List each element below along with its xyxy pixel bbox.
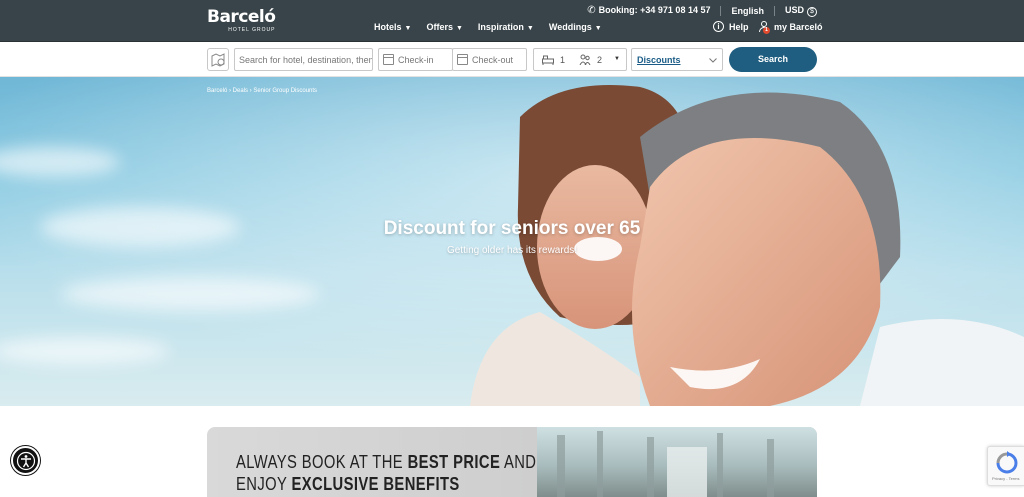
promo-text: ALWAYS BOOK AT THE BEST PRICE AND ENJOY … bbox=[236, 451, 536, 495]
search-button[interactable]: Search bbox=[729, 47, 817, 72]
chevron-down-icon bbox=[709, 58, 717, 63]
main-nav: Hotels ▼ Offers ▼ Inspiration ▼ Weddings ▼ bbox=[374, 22, 602, 32]
promo-line-1-b: BEST PRICE bbox=[407, 452, 501, 472]
booking-phone[interactable]: ✆ Booking: +34 971 08 14 57 bbox=[587, 5, 710, 16]
hotel-photo bbox=[537, 427, 817, 497]
guests-icon bbox=[579, 54, 591, 65]
palm-trees-image bbox=[557, 431, 774, 497]
recaptcha-icon bbox=[996, 451, 1018, 474]
promo-line-1-a: ALWAYS BOOK AT THE bbox=[236, 452, 408, 472]
user-icon: 1 bbox=[758, 21, 770, 34]
map-pin-icon bbox=[211, 52, 225, 67]
destination-input[interactable] bbox=[239, 54, 372, 65]
promo-line-1-c: AND bbox=[500, 452, 537, 472]
logo-subtitle: HOTEL GROUP bbox=[228, 27, 276, 33]
discounts-label: Discounts bbox=[637, 54, 681, 65]
recaptcha-links: Privacy - Terms bbox=[992, 476, 1020, 481]
top-utility-bar: ✆ Booking: +34 971 08 14 57 English USD $ bbox=[587, 4, 817, 17]
promo-line-2-b: EXCLUSIVE BENEFITS bbox=[291, 474, 460, 494]
checkout-field[interactable]: Check-out bbox=[452, 48, 527, 71]
bed-icon bbox=[542, 55, 554, 65]
page-subtitle: Getting older has its rewards! bbox=[446, 245, 578, 256]
accessibility-icon bbox=[16, 451, 35, 470]
promo-line-1: ALWAYS BOOK AT THE BEST PRICE AND bbox=[236, 451, 536, 473]
nav-weddings-label: Weddings bbox=[548, 22, 592, 32]
divider bbox=[773, 5, 775, 16]
page-title: Discount for seniors over 65 bbox=[383, 218, 641, 239]
help-link[interactable]: i Help bbox=[713, 21, 749, 32]
nav-weddings[interactable]: Weddings ▼ bbox=[549, 22, 602, 32]
barcelo-logo[interactable]: Barceló HOTEL GROUP bbox=[207, 7, 276, 33]
currency-label: USD bbox=[784, 4, 804, 15]
info-icon: i bbox=[713, 21, 724, 32]
caret-down-icon: ▼ bbox=[404, 25, 412, 32]
checkin-field[interactable]: Check-in bbox=[378, 48, 453, 71]
language-selector[interactable]: English bbox=[731, 6, 764, 16]
calendar-icon bbox=[383, 54, 394, 65]
caret-down-icon: ▼ bbox=[594, 25, 602, 32]
dollar-icon: $ bbox=[807, 6, 817, 17]
booking-search-bar: Check-in Check-out 1 2 ▼ Discounts Searc… bbox=[0, 42, 1024, 77]
nav-offers-label: Offers bbox=[426, 22, 453, 32]
help-label: Help bbox=[729, 21, 749, 32]
discounts-select[interactable]: Discounts bbox=[631, 48, 723, 71]
top-header: Barceló HOTEL GROUP ✆ Booking: +34 971 08… bbox=[0, 0, 1024, 42]
occupancy-selector[interactable]: 1 2 ▼ bbox=[533, 48, 627, 71]
my-barcelo-link[interactable]: 1 my Barceló bbox=[758, 21, 823, 34]
guests-count: 2 bbox=[597, 54, 603, 65]
caret-down-icon: ▼ bbox=[614, 56, 620, 62]
phone-icon: ✆ bbox=[587, 5, 596, 16]
promo-line-2-a: ENJOY bbox=[236, 474, 292, 494]
nav-inspiration[interactable]: Inspiration ▼ bbox=[478, 22, 534, 32]
caret-down-icon: ▼ bbox=[526, 25, 534, 32]
hero-banner: Barceló › Deals › Senior Group Discounts… bbox=[0, 77, 1024, 406]
map-search-button[interactable] bbox=[207, 48, 229, 71]
couple-photo bbox=[0, 77, 1024, 406]
caret-down-icon: ▼ bbox=[455, 25, 463, 32]
divider bbox=[720, 5, 722, 16]
currency-selector[interactable]: USD $ bbox=[785, 5, 817, 17]
recaptcha-badge[interactable]: Privacy - Terms bbox=[987, 446, 1024, 486]
nav-inspiration-label: Inspiration bbox=[477, 22, 524, 32]
checkout-label: Check-out bbox=[472, 54, 514, 65]
nav-hotels[interactable]: Hotels ▼ bbox=[374, 22, 411, 32]
notification-badge: 1 bbox=[763, 27, 770, 34]
logo-brand: Barceló bbox=[207, 7, 276, 27]
rooms-count: 1 bbox=[560, 54, 566, 65]
accessibility-button[interactable] bbox=[11, 446, 40, 475]
breadcrumb[interactable]: Barceló › Deals › Senior Group Discounts bbox=[207, 88, 317, 94]
nav-hotels-label: Hotels bbox=[374, 22, 402, 32]
my-barcelo-label: my Barceló bbox=[774, 22, 823, 32]
booking-phone-label: Booking: +34 971 08 14 57 bbox=[598, 5, 711, 15]
calendar-icon bbox=[457, 54, 468, 65]
promo-line-2: ENJOY EXCLUSIVE BENEFITS bbox=[236, 473, 536, 495]
promo-banner[interactable]: ALWAYS BOOK AT THE BEST PRICE AND ENJOY … bbox=[207, 427, 817, 497]
checkin-label: Check-in bbox=[398, 54, 434, 65]
destination-field[interactable] bbox=[234, 48, 373, 71]
nav-offers[interactable]: Offers ▼ bbox=[426, 22, 462, 32]
occupancy: 1 2 bbox=[538, 54, 602, 65]
